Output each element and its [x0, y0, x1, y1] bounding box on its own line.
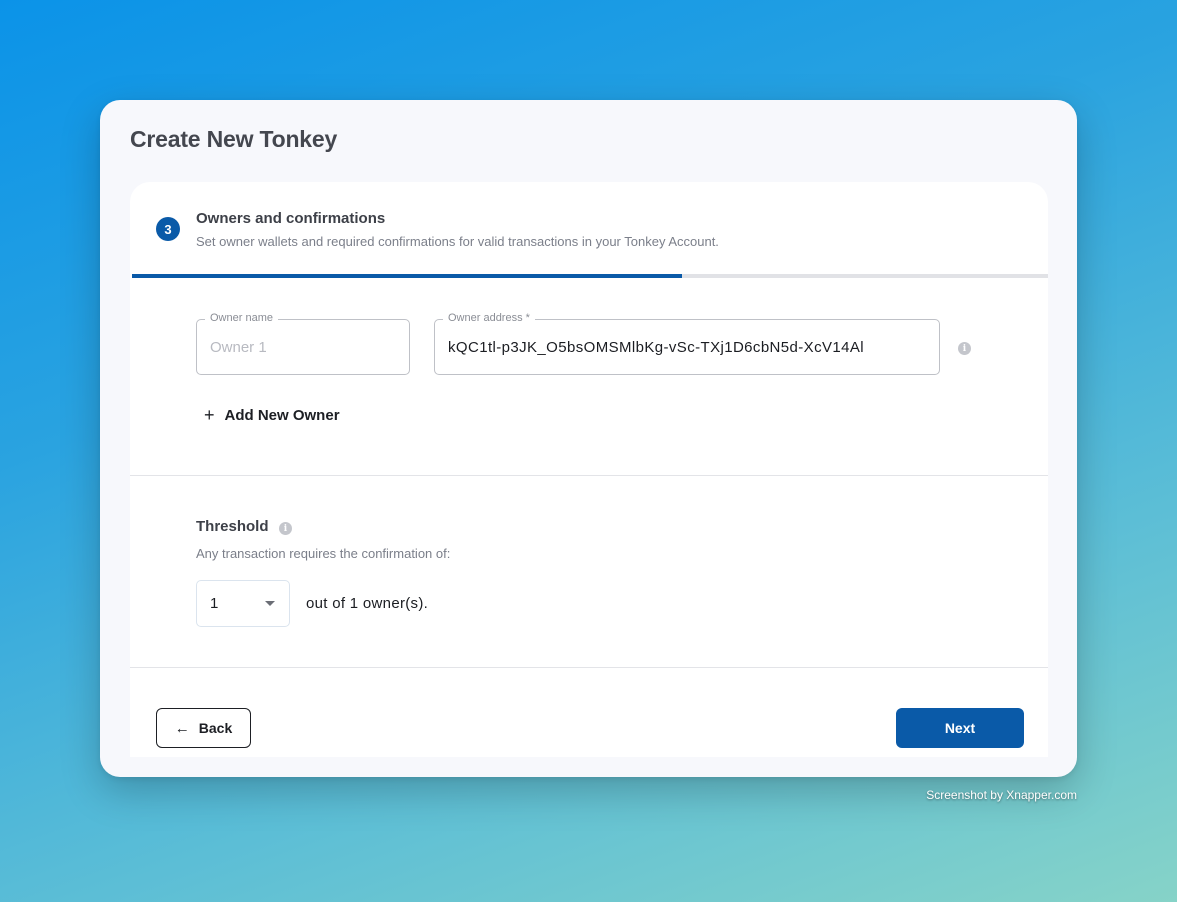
arrow-left-icon: ←	[174, 719, 190, 737]
watermark: Screenshot by Xnapper.com	[926, 788, 1077, 802]
back-button-label: Back	[198, 720, 233, 736]
step-title: Owners and confirmations	[196, 210, 386, 227]
threshold-owner-count: out of 1 owner(s).	[306, 595, 429, 612]
step-description: Set owner wallets and required confirmat…	[196, 234, 719, 249]
add-new-owner-label: Add New Owner	[224, 406, 340, 424]
step-progress-fill	[132, 274, 682, 278]
chevron-down-icon	[265, 601, 275, 606]
threshold-selected-value: 1	[210, 595, 219, 612]
step-number-badge: 3	[156, 217, 180, 241]
owner-name-field[interactable]: Owner name Owner 1	[196, 312, 410, 375]
owner-name-label: Owner name	[205, 312, 278, 324]
create-tonkey-window: Create New Tonkey 3 Owners and confirmat…	[100, 100, 1077, 777]
threshold-select[interactable]: 1	[196, 580, 290, 627]
owner-address-label: Owner address *	[443, 312, 535, 324]
footer-divider	[130, 667, 1048, 668]
page-title: Create New Tonkey	[130, 126, 338, 152]
threshold-title: Threshold	[196, 518, 269, 535]
owner-address-info-icon[interactable]: i	[958, 342, 971, 355]
add-new-owner-button[interactable]: + Add New Owner	[204, 406, 340, 424]
owner-address-value: kQC1tl-p3JK_O5bsOMSMlbKg-vSc-TXj1D6cbN5d…	[448, 339, 865, 356]
owner-name-placeholder: Owner 1	[210, 339, 267, 356]
next-button-label: Next	[944, 720, 976, 736]
back-button[interactable]: ← Back	[156, 708, 251, 748]
threshold-info-icon[interactable]: i	[279, 522, 292, 535]
step-progress-bar	[132, 274, 1048, 278]
owner-address-field[interactable]: Owner address * kQC1tl-p3JK_O5bsOMSMlbKg…	[434, 312, 940, 375]
next-button[interactable]: Next	[896, 708, 1024, 748]
threshold-description: Any transaction requires the confirmatio…	[196, 546, 451, 561]
step-card: 3 Owners and confirmations Set owner wal…	[130, 182, 1048, 757]
section-divider	[130, 475, 1048, 476]
plus-icon: +	[204, 405, 215, 425]
